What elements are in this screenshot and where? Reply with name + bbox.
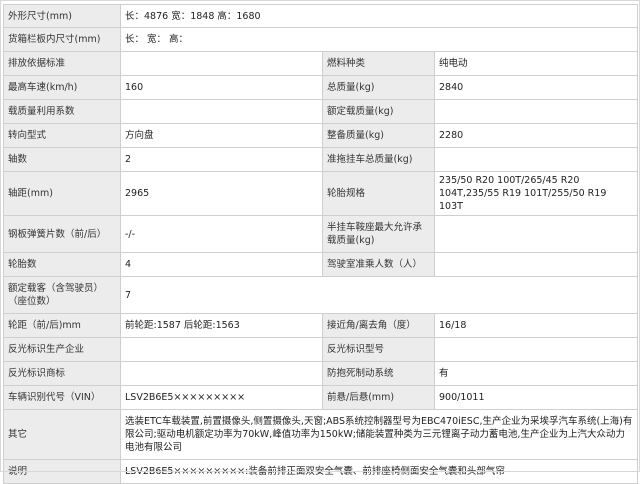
spec-label: 额定载客（含驾驶员）（座位数） (3, 276, 121, 314)
table-row: 其它 选装ETC车载装置,前置摄像头,侧置摄像头,天窗;ABS系统控制器型号为E… (3, 409, 639, 460)
spec-label: 轮胎规格 (322, 171, 435, 216)
spec-value: 选装ETC车载装置,前置摄像头,侧置摄像头,天窗;ABS系统控制器型号为EBC4… (119, 409, 639, 460)
spec-label: 驾驶室准乘人数（人） (322, 252, 435, 277)
spec-label: 轴数 (3, 147, 121, 172)
spec-label: 总质量(kg) (322, 75, 435, 100)
table-row: 外形尺寸(mm) 长：4876 宽：1848 高：1680 (3, 4, 639, 28)
spec-value: 4 (120, 252, 323, 277)
spec-label: 车辆识别代号（VIN） (3, 385, 121, 410)
table-row: 轴距(mm) 2965 轮胎规格 235/50 R20 100T/265/45 … (3, 171, 639, 216)
spec-label: 接近角/离去角（度） (322, 313, 435, 338)
spec-label: 反光标识商标 (3, 361, 121, 386)
spec-label: 反光标识生产企业 (3, 337, 121, 362)
spec-label: 前悬/后悬(mm) (322, 385, 435, 410)
spec-value (433, 252, 639, 277)
table-row: 车辆识别代号（VIN） LSV2B6E5××××××××× 前悬/后悬(mm) … (3, 385, 639, 410)
spec-label: 燃料种类 (322, 51, 435, 76)
spec-value (433, 147, 639, 172)
spec-value (120, 337, 323, 362)
spec-label: 额定载质量(kg) (322, 99, 435, 124)
spec-value (433, 99, 639, 124)
spec-value: 2280 (433, 123, 639, 148)
spec-label: 准拖挂车总质量(kg) (322, 147, 435, 172)
table-row: 转向型式 方向盘 整备质量(kg) 2280 (3, 123, 639, 148)
spec-value: 235/50 R20 100T/265/45 R20 104T,235/55 R… (433, 171, 639, 216)
spec-label: 载质量利用系数 (3, 99, 121, 124)
spec-value: -/- (120, 215, 323, 253)
table-row: 货箱栏板内尺寸(mm) 长： 宽： 高： (3, 27, 639, 52)
vehicle-spec-table: 外形尺寸(mm) 长：4876 宽：1848 高：1680 货箱栏板内尺寸(mm… (3, 4, 639, 484)
spec-value: 160 (120, 75, 323, 100)
table-row: 轴数 2 准拖挂车总质量(kg) (3, 147, 639, 172)
spec-value: 前轮距:1587 后轮距:1563 (120, 313, 323, 338)
spec-label: 最高车速(km/h) (3, 75, 121, 100)
spec-value: 900/1011 (433, 385, 639, 410)
table-row: 反光标识商标 防抱死制动系统 有 (3, 361, 639, 386)
spec-value: 7 (119, 276, 639, 314)
spec-label: 轮胎数 (3, 252, 121, 277)
spec-label: 货箱栏板内尺寸(mm) (3, 27, 121, 52)
table-row: 反光标识生产企业 反光标识型号 (3, 337, 639, 362)
table-row: 载质量利用系数 额定载质量(kg) (3, 99, 639, 124)
spec-value: 有 (433, 361, 639, 386)
spec-value: 长： 宽： 高： (119, 27, 639, 52)
table-row: 轮距（前/后)mm 前轮距:1587 后轮距:1563 接近角/离去角（度） 1… (3, 313, 639, 338)
spec-value: 16/18 (433, 313, 639, 338)
spec-value: 2840 (433, 75, 639, 100)
table-row: 轮胎数 4 驾驶室准乘人数（人） (3, 252, 639, 277)
spec-label: 排放依据标准 (3, 51, 121, 76)
spec-value (120, 99, 323, 124)
spec-value: 2 (120, 147, 323, 172)
spec-value: 长：4876 宽：1848 高：1680 (119, 4, 639, 28)
table-row: 最高车速(km/h) 160 总质量(kg) 2840 (3, 75, 639, 100)
spec-label: 外形尺寸(mm) (3, 4, 121, 28)
spec-label: 反光标识型号 (322, 337, 435, 362)
spec-label: 钢板弹簧片数（前/后） (3, 215, 121, 253)
table-row: 排放依据标准 燃料种类 纯电动 (3, 51, 639, 76)
spec-value: 2965 (120, 171, 323, 216)
table-row: 钢板弹簧片数（前/后） -/- 半挂车鞍座最大允许承载质量(kg) (3, 215, 639, 253)
spec-value (120, 51, 323, 76)
spec-value (433, 215, 639, 253)
spec-value: 纯电动 (433, 51, 639, 76)
spec-value (433, 337, 639, 362)
spec-value: 方向盘 (120, 123, 323, 148)
table-row: 额定载客（含驾驶员）（座位数） 7 (3, 276, 639, 314)
spec-label: 轮距（前/后)mm (3, 313, 121, 338)
spec-label: 整备质量(kg) (322, 123, 435, 148)
spec-label: 防抱死制动系统 (322, 361, 435, 386)
spec-label: 其它 (3, 409, 121, 460)
spec-label: 轴距(mm) (3, 171, 121, 216)
spec-value: LSV2B6E5××××××××× (120, 385, 323, 410)
spec-label: 转向型式 (3, 123, 121, 148)
spec-label: 半挂车鞍座最大允许承载质量(kg) (322, 215, 435, 253)
spec-value (120, 361, 323, 386)
